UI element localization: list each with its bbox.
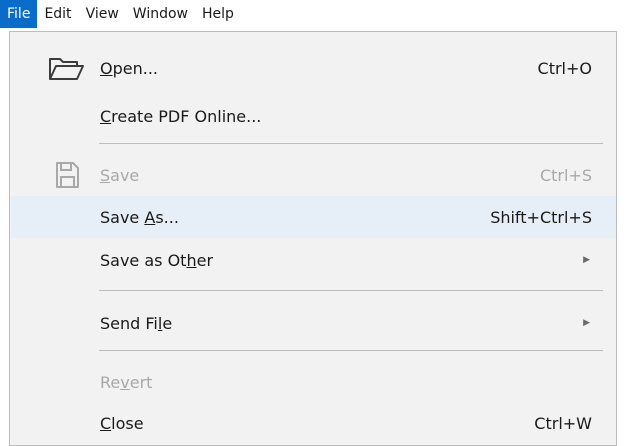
menu-separator xyxy=(99,290,603,291)
menu-item-save: Save Ctrl+S xyxy=(11,154,616,196)
menu-item-create-pdf-online[interactable]: Create PDF Online... xyxy=(11,95,616,137)
shortcut-label: Shift+Ctrl+S xyxy=(490,207,592,227)
menu-help[interactable]: Help xyxy=(195,0,241,28)
menu-separator xyxy=(99,143,603,144)
shortcut-label: Ctrl+O xyxy=(537,58,592,78)
menu-view[interactable]: View xyxy=(79,0,126,28)
submenu-arrow-icon: ▶ xyxy=(583,255,590,265)
menu-item-label: Open... xyxy=(100,58,158,78)
menu-item-close[interactable]: Close Ctrl+W xyxy=(11,402,616,444)
menu-item-label: Save As... xyxy=(100,207,179,227)
save-icon xyxy=(46,159,88,191)
menu-item-send-file[interactable]: Send File ▶ xyxy=(11,302,616,344)
menu-edit[interactable]: Edit xyxy=(37,0,78,28)
shortcut-label: Ctrl+S xyxy=(539,165,592,185)
menu-item-label: Revert xyxy=(100,372,153,392)
menu-item-label: Create PDF Online... xyxy=(100,106,262,126)
menu-window[interactable]: Window xyxy=(126,0,195,28)
folder-open-icon xyxy=(46,52,88,84)
submenu-arrow-icon: ▶ xyxy=(583,318,590,328)
menu-file[interactable]: File xyxy=(0,0,38,28)
menu-item-label: Save as Other xyxy=(100,250,214,270)
menu-item-save-as[interactable]: Save As... Shift+Ctrl+S xyxy=(11,196,616,238)
menu-item-revert: Revert xyxy=(11,361,616,403)
menu-separator xyxy=(99,350,603,351)
menu-item-open[interactable]: Open... Ctrl+O xyxy=(11,47,616,89)
menu-item-label: Send File xyxy=(100,313,173,333)
menu-item-label: Close xyxy=(100,413,144,433)
shortcut-label: Ctrl+W xyxy=(534,413,592,433)
menu-bar: File Edit View Window Help xyxy=(0,0,626,34)
menu-item-save-as-other[interactable]: Save as Other ▶ xyxy=(11,239,616,281)
menu-item-label: Save xyxy=(100,165,140,185)
file-menu-dropdown: Open... Ctrl+O Create PDF Online... Save… xyxy=(9,31,617,446)
